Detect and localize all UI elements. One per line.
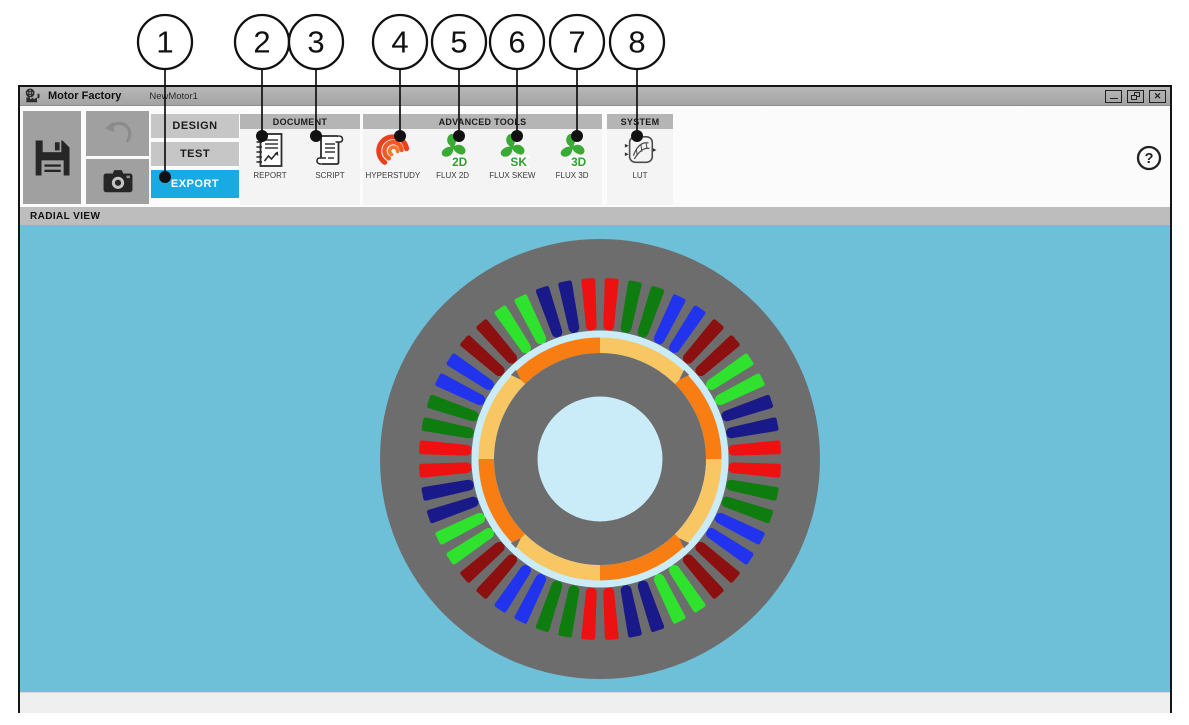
close-icon: ✕	[1154, 92, 1162, 101]
section-body: REPORT SCRIPT	[240, 129, 360, 205]
window-controls: ✕	[1100, 90, 1166, 103]
callout-circle	[610, 15, 664, 69]
callout-number: 2	[253, 25, 270, 60]
callout-circle	[373, 15, 427, 69]
tool-flux-2d[interactable]: 2D FLUX 2D	[423, 132, 483, 180]
callout-number: 5	[450, 25, 467, 60]
callout-number: 6	[508, 25, 525, 60]
restore-icon	[1131, 92, 1140, 100]
tool-label: FLUX 3D	[556, 171, 589, 180]
camera-icon	[99, 165, 137, 199]
section-header: SYSTEM	[607, 114, 673, 129]
restore-button[interactable]	[1127, 90, 1144, 103]
help-question-mark: ?	[1145, 151, 1154, 167]
minimize-button[interactable]	[1105, 90, 1122, 103]
callout-circle	[235, 15, 289, 69]
callout-number: 3	[307, 25, 324, 60]
toolbar: DESIGNTESTEXPORT DOCUMENT REPORT SCRIPT …	[20, 106, 1170, 207]
app-logo-icon	[24, 88, 43, 104]
tool-label: SCRIPT	[315, 171, 344, 180]
tool-hyperstudy[interactable]: HYPERSTUDY	[363, 132, 423, 180]
report-icon	[255, 132, 285, 168]
app-window: Motor Factory NewMotor1 ✕	[18, 85, 1172, 713]
help-button[interactable]: ?	[1136, 145, 1162, 171]
undo-button[interactable]	[86, 111, 149, 156]
callout-number: 1	[156, 25, 173, 60]
svg-text:SK: SK	[511, 155, 528, 169]
motor-cross-section	[370, 229, 830, 689]
undo-icon	[100, 117, 136, 151]
tab-design[interactable]: DESIGN	[151, 114, 239, 138]
status-bar	[20, 692, 1170, 713]
callout-number: 4	[391, 25, 408, 60]
save-icon	[31, 137, 73, 179]
tool-label: LUT	[632, 171, 647, 180]
callout-circle	[289, 15, 343, 69]
callout-number: 7	[568, 25, 585, 60]
callout-circle	[138, 15, 192, 69]
tool-flux-skew[interactable]: SK FLUX SKEW	[483, 132, 543, 180]
svg-text:2D: 2D	[452, 155, 468, 169]
tool-script[interactable]: SCRIPT	[300, 132, 360, 180]
section-system: SYSTEM LUT	[607, 114, 673, 205]
tool-label: FLUX SKEW	[489, 171, 535, 180]
section-body: LUT	[607, 129, 673, 205]
flux-icon: SK	[493, 132, 531, 168]
callout-circle	[550, 15, 604, 69]
callout-circle	[490, 15, 544, 69]
svg-text:3D: 3D	[571, 155, 587, 169]
app-title: Motor Factory	[48, 90, 121, 102]
flux-icon: 3D	[553, 132, 591, 168]
radial-view-canvas[interactable]	[20, 225, 1170, 692]
screenshot-button[interactable]	[86, 159, 149, 204]
section-advanced-tools: ADVANCED TOOLS HYPERSTUDY 2D FLUX 2D SK …	[363, 114, 602, 205]
callout-circle	[432, 15, 486, 69]
tab-test[interactable]: TEST	[151, 142, 239, 166]
close-button[interactable]: ✕	[1149, 90, 1166, 103]
view-header: RADIAL VIEW	[20, 207, 1170, 225]
titlebar: Motor Factory NewMotor1 ✕	[20, 87, 1170, 106]
tool-label: REPORT	[253, 171, 286, 180]
mode-tabs: DESIGN TEST EXPORT	[151, 114, 239, 202]
tool-report[interactable]: REPORT	[240, 132, 300, 180]
tool-lut[interactable]: LUT	[609, 132, 671, 180]
page: Motor Factory NewMotor1 ✕	[0, 0, 1189, 725]
section-document: DOCUMENT REPORT SCRIPT	[240, 114, 360, 205]
script-icon	[315, 132, 345, 168]
tool-flux-3d[interactable]: 3D FLUX 3D	[542, 132, 602, 180]
save-button[interactable]	[23, 111, 81, 204]
lut-icon	[622, 132, 658, 168]
app-subtitle: NewMotor1	[149, 91, 198, 102]
hyperstudy-icon	[375, 132, 411, 168]
tool-label: FLUX 2D	[436, 171, 469, 180]
section-header: DOCUMENT	[240, 114, 360, 129]
view-title: RADIAL VIEW	[30, 211, 100, 222]
minimize-icon	[1110, 98, 1118, 99]
tab-export[interactable]: EXPORT	[151, 170, 239, 198]
tool-label: HYPERSTUDY	[366, 171, 421, 180]
section-header: ADVANCED TOOLS	[363, 114, 602, 129]
section-body: HYPERSTUDY 2D FLUX 2D SK FLUX SKEW 3D FL…	[363, 129, 602, 205]
flux-icon: 2D	[434, 132, 472, 168]
callout-number: 8	[628, 25, 645, 60]
